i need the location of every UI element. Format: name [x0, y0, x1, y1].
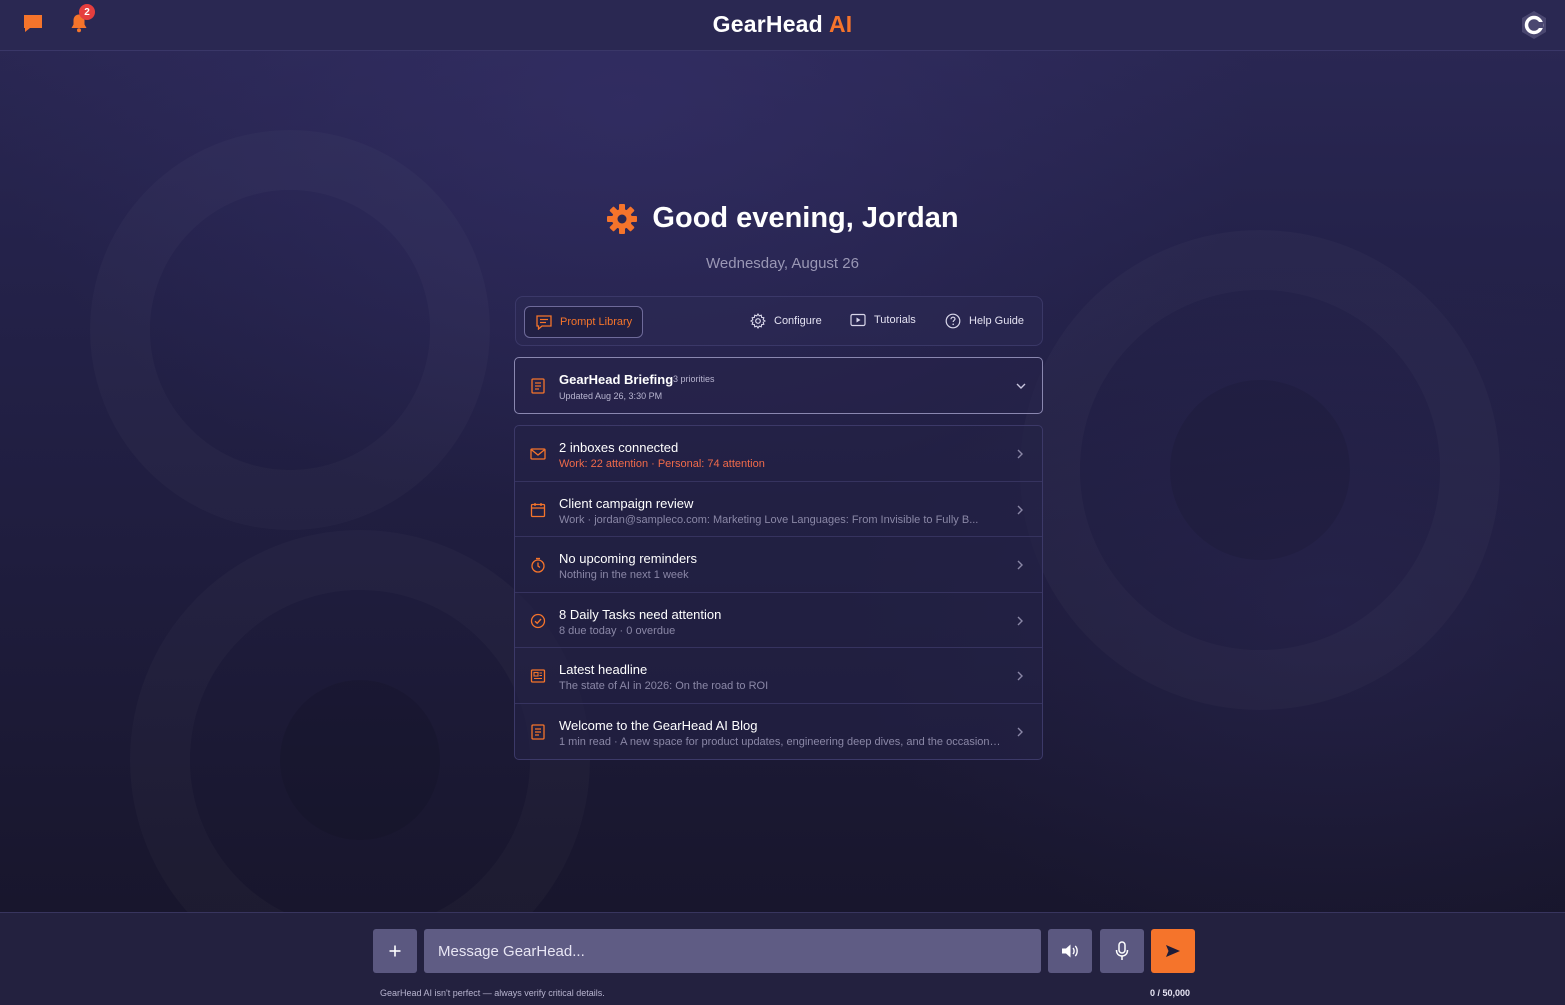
settings-icon — [750, 313, 766, 329]
prompt-library-icon — [536, 314, 552, 330]
microphone-button[interactable] — [1100, 929, 1144, 973]
greeting: Good evening, Jordan — [0, 202, 1565, 235]
action-bar: Prompt Library Configure Tutorials Help … — [515, 296, 1043, 346]
plus-icon — [389, 945, 401, 957]
list-item-title: Latest headline — [559, 662, 648, 678]
list-item-tasks[interactable]: 8 Daily Tasks need attention 8 due today… — [515, 593, 1042, 649]
list-item-title: Welcome to the GearHead AI Blog — [559, 717, 758, 733]
greeting-title: Good evening, Jordan — [652, 202, 959, 234]
calendar-icon — [530, 502, 546, 517]
message-input[interactable] — [424, 929, 1041, 973]
briefing-title: GearHead Briefing — [559, 372, 674, 387]
help-guide-label: Help Guide — [969, 315, 1025, 327]
list-item-subtitle: Nothing in the next 1 week — [559, 569, 689, 582]
gear-icon — [607, 203, 638, 234]
date-label: Wednesday, August 26 — [706, 255, 859, 272]
mail-icon — [530, 448, 546, 460]
help-guide-button[interactable]: Help Guide — [945, 313, 1024, 329]
list-item-subtitle: Work: 22 attention · Personal: 74 attent… — [559, 458, 765, 470]
chevron-right-icon — [1017, 616, 1023, 626]
list-item-title: Client campaign review — [559, 495, 694, 511]
briefing-updated: Updated Aug 26, 3:30 PM — [559, 391, 663, 401]
list-item-title: 8 Daily Tasks need attention — [559, 606, 722, 622]
prompt-library-button[interactable]: Prompt Library — [524, 306, 643, 338]
list-item-reminders[interactable]: No upcoming reminders Nothing in the nex… — [515, 537, 1042, 593]
summary-list: 2 inboxes connected Work: 22 attention ·… — [514, 425, 1043, 760]
microphone-icon — [1115, 941, 1129, 960]
list-item-calendar[interactable]: Client campaign review Work · jordan@sam… — [515, 482, 1042, 538]
user-avatar-button[interactable] — [1519, 10, 1549, 40]
chevron-right-icon — [1017, 560, 1023, 570]
configure-label: Configure — [774, 315, 822, 327]
app-title: GearHead AI — [0, 11, 1565, 38]
chevron-right-icon — [1017, 727, 1023, 737]
configure-button[interactable]: Configure — [750, 313, 822, 329]
list-item-subtitle: 1 min read · A new space for product upd… — [559, 735, 1004, 748]
news-icon — [530, 669, 546, 684]
top-bar: 2 GearHead AI — [0, 0, 1565, 51]
prompt-library-label: Prompt Library — [560, 316, 633, 328]
help-icon — [945, 313, 961, 329]
list-item-title: 2 inboxes connected — [559, 440, 679, 455]
briefing-priority-count: 3 priorities — [673, 374, 715, 384]
document-icon — [531, 724, 545, 740]
list-item-subtitle: The state of AI in 2026: On the road to … — [559, 680, 769, 693]
message-composer: GearHead AI isn't perfect — always verif… — [0, 912, 1565, 1005]
list-item-subtitle: 8 due today · 0 overdue — [559, 624, 676, 637]
attach-button[interactable] — [373, 929, 417, 973]
list-item-inboxes[interactable]: 2 inboxes connected Work: 22 attention ·… — [515, 426, 1042, 482]
send-icon — [1166, 945, 1180, 957]
disclaimer-text: GearHead AI isn't perfect — always verif… — [380, 988, 605, 998]
tutorials-button[interactable]: Tutorials — [850, 313, 916, 327]
list-item-subtitle: Work · jordan@sampleco.com: Marketing Lo… — [559, 513, 979, 526]
tutorials-label: Tutorials — [874, 314, 916, 326]
chevron-right-icon — [1017, 449, 1023, 459]
list-item-blog[interactable]: Welcome to the GearHead AI Blog 1 min re… — [515, 704, 1042, 759]
speaker-button[interactable] — [1048, 929, 1092, 973]
speaker-icon — [1062, 944, 1078, 958]
list-item-title: No upcoming reminders — [559, 551, 698, 567]
briefing-icon — [531, 378, 545, 394]
avatar-icon — [1522, 11, 1546, 39]
brand-suffix: AI — [828, 11, 853, 37]
chevron-down-icon — [1016, 383, 1026, 389]
timer-icon — [531, 558, 545, 573]
character-counter: 0 / 50,000 — [1150, 988, 1191, 998]
check-circle-icon — [530, 613, 546, 628]
brand-name: GearHead — [712, 11, 823, 37]
briefing-card[interactable]: GearHead Briefing 3 priorities Updated A… — [514, 357, 1043, 414]
list-item-headline[interactable]: Latest headline The state of AI in 2026:… — [515, 648, 1042, 704]
chevron-right-icon — [1017, 505, 1023, 515]
send-button[interactable] — [1151, 929, 1195, 973]
video-icon — [850, 313, 866, 327]
chevron-right-icon — [1017, 671, 1023, 681]
